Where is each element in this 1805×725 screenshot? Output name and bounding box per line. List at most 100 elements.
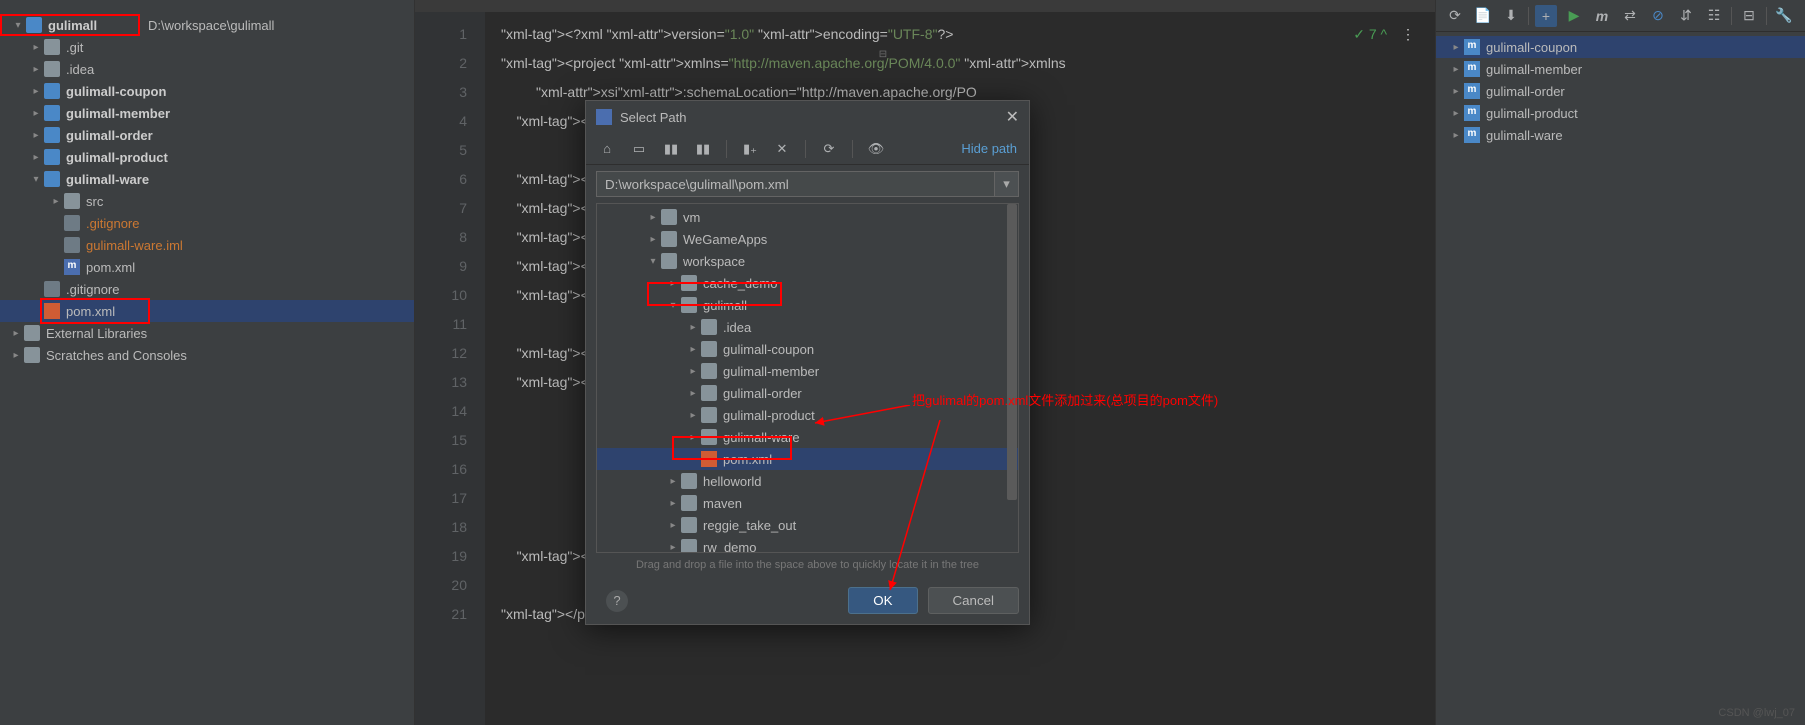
- dlg-tree-item-helloworld[interactable]: ▸helloworld: [597, 470, 1018, 492]
- offline-icon[interactable]: ⇵: [1675, 5, 1697, 27]
- dlg-tree-item-pom-xml[interactable]: pom.xml: [597, 448, 1018, 470]
- dlg-tree-item-maven[interactable]: ▸maven: [597, 492, 1018, 514]
- item-icon: [681, 517, 697, 533]
- chevron-icon: ▸: [665, 542, 681, 553]
- dlg-tree-item-gulimall-member[interactable]: ▸gulimall-member: [597, 360, 1018, 382]
- item-label: gulimall-member: [66, 106, 170, 121]
- skip-tests-icon[interactable]: ⊘: [1647, 5, 1669, 27]
- cancel-button[interactable]: Cancel: [928, 587, 1020, 614]
- project-tree[interactable]: ▾ gulimall D:\workspace\gulimall ▸.git▸.…: [0, 12, 414, 368]
- dlg-tree-item-gulimall-order[interactable]: ▸gulimall-order: [597, 382, 1018, 404]
- maven-item-gulimall-ware[interactable]: ▸mgulimall-ware: [1436, 124, 1805, 146]
- watermark: CSDN @lwj_07: [1718, 707, 1795, 719]
- module-dir-icon[interactable]: ▮▮: [694, 140, 712, 158]
- dlg-tree-item-gulimall-coupon[interactable]: ▸gulimall-coupon: [597, 338, 1018, 360]
- item-label: gulimall-ware.iml: [86, 238, 183, 253]
- dlg-tree-item-gulimall-ware[interactable]: ▸gulimall-ware: [597, 426, 1018, 448]
- tree-item-scratches-and-consoles[interactable]: ▸Scratches and Consoles: [0, 344, 414, 366]
- dlg-tree-item-gulimall-product[interactable]: ▸gulimall-product: [597, 404, 1018, 426]
- delete-icon[interactable]: ✕: [773, 140, 791, 158]
- chevron-icon: ▸: [645, 212, 661, 223]
- item-icon: [681, 495, 697, 511]
- item-icon: [44, 83, 60, 99]
- path-input[interactable]: [596, 171, 995, 197]
- chevron-icon: ▸: [48, 196, 64, 207]
- settings-icon[interactable]: 🔧: [1773, 5, 1795, 27]
- dlg-tree-item-workspace[interactable]: ▾workspace: [597, 250, 1018, 272]
- maven-panel: ⟳ 📄 ⬇ + ▶ m ⇄ ⊘ ⇵ ☷ ⊟ 🔧 ▸mgulimall-coupo…: [1435, 0, 1805, 725]
- editor-tabs[interactable]: [415, 0, 1435, 12]
- home-icon[interactable]: ⌂: [598, 140, 616, 158]
- tree-item-pom-xml[interactable]: pom.xml: [0, 300, 414, 322]
- help-icon[interactable]: ?: [606, 590, 628, 612]
- hide-path-link[interactable]: Hide path: [961, 141, 1017, 156]
- item-icon: [64, 237, 80, 253]
- maven-module-icon: m: [1464, 61, 1480, 77]
- refresh-icon[interactable]: ⟳: [820, 140, 838, 158]
- dependencies-icon[interactable]: ☷: [1703, 5, 1725, 27]
- maven-item-gulimall-product[interactable]: ▸mgulimall-product: [1436, 102, 1805, 124]
- tree-item--gitignore[interactable]: .gitignore: [0, 212, 414, 234]
- maven-projects-list[interactable]: ▸mgulimall-coupon▸mgulimall-member▸mguli…: [1436, 32, 1805, 150]
- dialog-hint: Drag and drop a file into the space abov…: [586, 553, 1029, 577]
- item-icon: [661, 209, 677, 225]
- collapse-icon[interactable]: ⊟: [1738, 5, 1760, 27]
- item-icon: [24, 325, 40, 341]
- chevron-icon: ▸: [28, 64, 44, 75]
- dialog-file-tree[interactable]: ▸vm▸WeGameApps▾workspace▸cache_demo▾guli…: [596, 203, 1019, 553]
- maven-module-icon: m: [1464, 105, 1480, 121]
- dlg-tree-item-wegameapps[interactable]: ▸WeGameApps: [597, 228, 1018, 250]
- item-icon: [64, 193, 80, 209]
- maven-item-gulimall-coupon[interactable]: ▸mgulimall-coupon: [1436, 36, 1805, 58]
- add-icon[interactable]: +: [1535, 5, 1557, 27]
- close-icon[interactable]: ✕: [1006, 107, 1019, 127]
- tree-item-pom-xml[interactable]: mpom.xml: [0, 256, 414, 278]
- chevron-icon: ▸: [8, 328, 24, 339]
- new-folder-icon[interactable]: ▮₊: [741, 140, 759, 158]
- maven-toolbar: ⟳ 📄 ⬇ + ▶ m ⇄ ⊘ ⇵ ☷ ⊟ 🔧: [1436, 0, 1805, 32]
- tree-item--idea[interactable]: ▸.idea: [0, 58, 414, 80]
- generate-sources-icon[interactable]: 📄: [1472, 5, 1494, 27]
- dlg-tree-item--idea[interactable]: ▸.idea: [597, 316, 1018, 338]
- tree-item-src[interactable]: ▸src: [0, 190, 414, 212]
- download-icon[interactable]: ⬇: [1500, 5, 1522, 27]
- chevron-icon: ▸: [28, 130, 44, 141]
- item-label: helloworld: [703, 474, 762, 489]
- maven-item-gulimall-member[interactable]: ▸mgulimall-member: [1436, 58, 1805, 80]
- toggle-icon[interactable]: ⇄: [1619, 5, 1641, 27]
- dlg-tree-item-reggie-take-out[interactable]: ▸reggie_take_out: [597, 514, 1018, 536]
- maven-item-gulimall-order[interactable]: ▸mgulimall-order: [1436, 80, 1805, 102]
- maven-icon: m: [64, 259, 80, 275]
- item-label: gulimall-product: [66, 150, 168, 165]
- path-dropdown-icon[interactable]: ▾: [995, 171, 1019, 197]
- tree-item-gulimall-ware-iml[interactable]: gulimall-ware.iml: [0, 234, 414, 256]
- desktop-icon[interactable]: ▭: [630, 140, 648, 158]
- ok-button[interactable]: OK: [848, 587, 917, 614]
- inspection-widget[interactable]: ✓ 7 ^ ⋮: [1353, 26, 1415, 43]
- scrollbar[interactable]: [1006, 204, 1018, 552]
- chevron-icon: ▸: [1448, 108, 1464, 119]
- tree-item-gulimall-order[interactable]: ▸gulimall-order: [0, 124, 414, 146]
- dlg-tree-item-gulimall[interactable]: ▾gulimall: [597, 294, 1018, 316]
- m-icon[interactable]: m: [1591, 5, 1613, 27]
- item-label: gulimall-member: [723, 364, 819, 379]
- show-hidden-icon[interactable]: 👁: [867, 140, 885, 158]
- line-gutter: 123456789101112131415161718192021: [415, 12, 485, 725]
- project-dir-icon[interactable]: ▮▮: [662, 140, 680, 158]
- tree-item--gitignore[interactable]: .gitignore: [0, 278, 414, 300]
- tree-item-gulimall-product[interactable]: ▸gulimall-product: [0, 146, 414, 168]
- item-label: rw_demo: [703, 540, 756, 554]
- reload-icon[interactable]: ⟳: [1444, 5, 1466, 27]
- tree-item-gulimall-member[interactable]: ▸gulimall-member: [0, 102, 414, 124]
- tree-item-external-libraries[interactable]: ▸External Libraries: [0, 322, 414, 344]
- tree-item--git[interactable]: ▸.git: [0, 36, 414, 58]
- chevron-icon: ▸: [1448, 42, 1464, 53]
- tree-item-gulimall-ware[interactable]: ▾gulimall-ware: [0, 168, 414, 190]
- tree-item-gulimall-coupon[interactable]: ▸gulimall-coupon: [0, 80, 414, 102]
- dlg-tree-item-vm[interactable]: ▸vm: [597, 206, 1018, 228]
- root-label: gulimall: [48, 18, 97, 33]
- run-icon[interactable]: ▶: [1563, 5, 1585, 27]
- item-label: gulimall-ware: [1486, 128, 1563, 143]
- dlg-tree-item-rw-demo[interactable]: ▸ rw_demo: [597, 536, 1018, 553]
- item-icon: [44, 61, 60, 77]
